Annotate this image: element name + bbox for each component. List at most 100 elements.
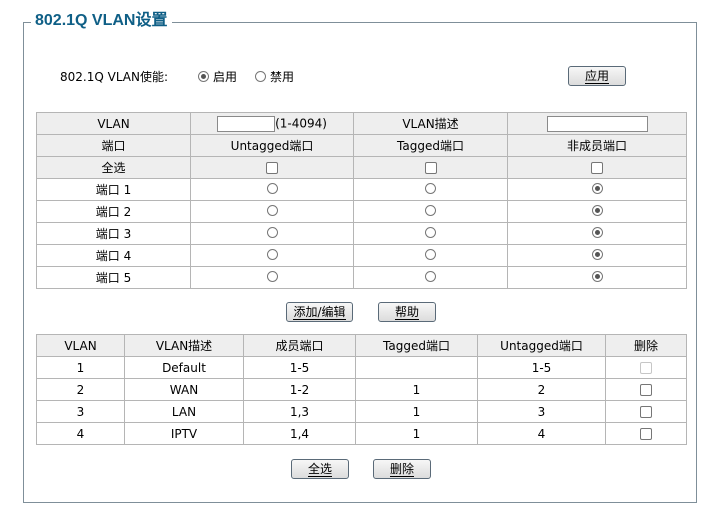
port-nonmember-radio[interactable]: [591, 248, 603, 260]
port-row: 端口 4: [36, 244, 687, 267]
port-tagged-radio[interactable]: [425, 270, 436, 282]
row-tagged: [355, 356, 478, 379]
port-tagged-radio[interactable]: [425, 226, 436, 238]
col-delete: 删除: [605, 334, 687, 357]
port-untagged-radio[interactable]: [266, 226, 278, 238]
vlan-id-range: (1-4094): [275, 116, 327, 130]
select-all-nonmember-checkbox[interactable]: [591, 162, 603, 174]
row-delete-checkbox: [640, 362, 652, 374]
port-label: 端口 1: [36, 178, 191, 201]
select-all-nonmember-cell: [507, 156, 687, 179]
vlan-list-table: VLAN VLAN描述 成员端口 Tagged端口 Untagged端口 删除 …: [36, 334, 687, 445]
port-nonmember-cell: [507, 244, 687, 267]
help-button-label: 帮助: [394, 305, 419, 320]
select-all-tagged-cell: [353, 156, 508, 179]
vlan-id-row: VLAN (1-4094) VLAN描述: [36, 112, 687, 135]
select-all-tagged-checkbox[interactable]: [424, 162, 437, 174]
enable-on-label: 启用: [213, 69, 238, 84]
enable-on-radio[interactable]: [198, 70, 210, 82]
port-row: 端口 3: [36, 222, 687, 245]
row-members: 1,3: [243, 400, 356, 423]
row-vlan: 4: [36, 422, 125, 445]
port-nonmember-cell: [507, 222, 687, 245]
col-members: 成员端口: [243, 334, 356, 357]
row-vlan: 3: [36, 400, 125, 423]
col-vlan-desc: VLAN描述: [124, 334, 244, 357]
port-label: 端口 5: [36, 266, 191, 289]
row-desc: WAN: [124, 378, 244, 401]
apply-button[interactable]: 应用: [568, 66, 626, 86]
col-untagged-ports: Untagged端口: [477, 334, 606, 357]
port-nonmember-cell: [507, 178, 687, 201]
col-vlan: VLAN: [36, 334, 125, 357]
port-untagged-cell: [190, 266, 354, 289]
select-all-untagged-cell: [190, 156, 354, 179]
port-tagged-radio[interactable]: [425, 182, 436, 194]
vlan-id-input[interactable]: [217, 115, 276, 132]
port-nonmember-radio[interactable]: [591, 204, 603, 216]
port-untagged-cell: [190, 200, 354, 223]
port-tagged-radio[interactable]: [425, 204, 436, 216]
vlan-id-cell: (1-4094): [190, 112, 354, 135]
port-nonmember-radio[interactable]: [591, 270, 603, 282]
page-title: 802.1Q VLAN设置: [31, 10, 172, 32]
select-all-label: 全选: [36, 156, 191, 179]
table-row: 4 IPTV 1,4 1 4: [36, 422, 687, 445]
port-nonmember-radio[interactable]: [591, 182, 603, 194]
row-desc: IPTV: [124, 422, 244, 445]
port-tagged-cell: [353, 200, 508, 223]
vlan-desc-cell: [507, 112, 687, 135]
port-untagged-radio[interactable]: [266, 182, 278, 194]
row-tagged: 1: [355, 400, 478, 423]
row-delete-checkbox[interactable]: [640, 428, 652, 440]
vlan-list-header: VLAN VLAN描述 成员端口 Tagged端口 Untagged端口 删除: [36, 334, 687, 357]
vlan-desc-input[interactable]: [546, 115, 648, 132]
port-header-row: 端口 Untagged端口 Tagged端口 非成员端口: [36, 134, 687, 157]
vlan-enable-row: 802.1Q VLAN使能: 启用 禁用: [60, 67, 312, 85]
enable-on-option[interactable]: 启用: [198, 68, 237, 85]
port-tagged-cell: [353, 222, 508, 245]
row-tagged: 1: [355, 422, 478, 445]
row-untagged: 2: [477, 378, 606, 401]
port-untagged-radio[interactable]: [266, 204, 278, 216]
delete-button[interactable]: 删除: [373, 459, 431, 479]
port-untagged-radio[interactable]: [266, 270, 278, 282]
row-desc: Default: [124, 356, 244, 379]
add-edit-button[interactable]: 添加/编辑: [286, 302, 353, 322]
row-desc: LAN: [124, 400, 244, 423]
row-members: 1,4: [243, 422, 356, 445]
port-nonmember-radio[interactable]: [591, 226, 603, 238]
table-row: 1 Default 1-5 1-5: [36, 356, 687, 379]
port-tagged-cell: [353, 244, 508, 267]
apply-button-label: 应用: [584, 69, 609, 84]
col-tagged: Tagged端口: [353, 134, 508, 157]
vlan-enable-label: 802.1Q VLAN使能:: [60, 69, 169, 84]
port-untagged-cell: [190, 244, 354, 267]
row-delete-cell: [605, 400, 687, 423]
enable-off-radio[interactable]: [255, 70, 267, 82]
port-tagged-radio[interactable]: [425, 248, 436, 260]
port-label: 端口 3: [36, 222, 191, 245]
port-untagged-cell: [190, 178, 354, 201]
row-delete-cell: [605, 356, 687, 379]
enable-off-label: 禁用: [270, 69, 295, 84]
enable-off-option[interactable]: 禁用: [255, 68, 294, 85]
select-all-button[interactable]: 全选: [291, 459, 349, 479]
row-members: 1-5: [243, 356, 356, 379]
port-tagged-cell: [353, 178, 508, 201]
port-untagged-radio[interactable]: [266, 248, 278, 260]
help-button[interactable]: 帮助: [378, 302, 436, 322]
row-members: 1-2: [243, 378, 356, 401]
row-untagged: 4: [477, 422, 606, 445]
row-delete-checkbox[interactable]: [640, 406, 652, 418]
row-untagged: 1-5: [477, 356, 606, 379]
port-label: 端口 4: [36, 244, 191, 267]
select-all-untagged-checkbox[interactable]: [266, 162, 278, 174]
port-nonmember-cell: [507, 200, 687, 223]
add-edit-button-label: 添加/编辑: [293, 305, 346, 320]
row-untagged: 3: [477, 400, 606, 423]
port-untagged-cell: [190, 222, 354, 245]
col-nonmember: 非成员端口: [507, 134, 687, 157]
row-delete-cell: [605, 378, 687, 401]
row-delete-checkbox[interactable]: [640, 384, 652, 396]
